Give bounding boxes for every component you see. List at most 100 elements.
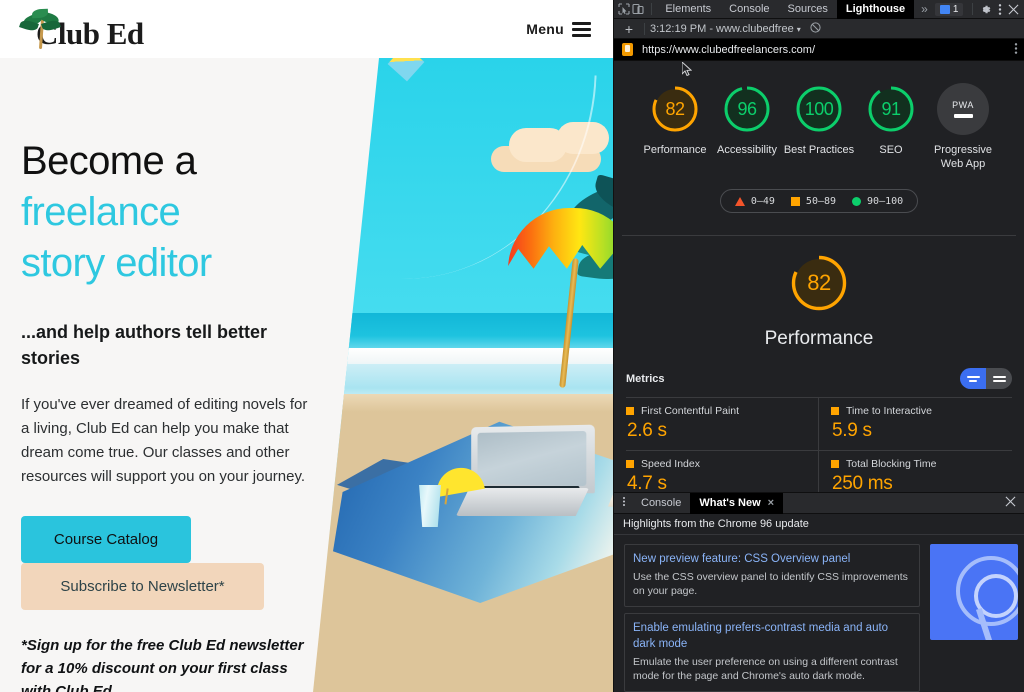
report-url: https://www.clubedfreelancers.com/ — [642, 43, 816, 56]
lighthouse-subbar: + 3:12:19 PM - www.clubedfree ▾ — [614, 19, 1024, 39]
gauge-pwa[interactable]: PWA Progressive Web App — [927, 83, 999, 171]
metric-name: Speed Index — [641, 458, 700, 470]
metrics-header: Metrics — [614, 350, 1024, 389]
performance-hero-score: 82 — [807, 270, 831, 295]
gear-icon[interactable] — [978, 0, 992, 19]
palm-tree-icon — [18, 7, 64, 51]
triangle-icon — [734, 196, 745, 206]
clear-icon[interactable] — [810, 22, 821, 35]
course-catalog-button[interactable]: Course Catalog — [21, 516, 191, 563]
square-icon — [831, 407, 839, 415]
more-options-icon[interactable] — [992, 0, 1006, 19]
metric-time-to-interactive[interactable]: Time to Interactive 5.9 s — [819, 397, 1012, 450]
report-run-label: 3:12:19 PM - www.clubedfree — [650, 22, 794, 35]
performance-hero-title: Performance — [764, 328, 874, 349]
drawer-tab-console[interactable]: Console — [632, 493, 690, 514]
tab-lighthouse[interactable]: Lighthouse — [836, 0, 915, 19]
lighthouse-report: 82 Performance 96 Accessibility 100 Best… — [614, 61, 1024, 492]
tab-elements[interactable]: Elements — [656, 0, 720, 19]
site-header: Club Ed Menu — [0, 0, 613, 58]
device-toolbar-icon[interactable] — [631, 1, 645, 18]
report-menu-icon[interactable] — [1014, 42, 1018, 58]
gauge-accessibility[interactable]: 96 Accessibility — [711, 83, 783, 171]
seo-label: SEO — [879, 144, 903, 156]
hero-subheading: ...and help authors tell better stories — [21, 322, 268, 368]
metric-name: First Contentful Paint — [641, 405, 740, 417]
metrics-view-toggle[interactable] — [960, 368, 1012, 389]
hero-illustration — [313, 58, 613, 692]
metric-total-blocking-time[interactable]: Total Blocking Time 250 ms — [819, 450, 1012, 492]
circle-icon — [852, 196, 862, 206]
close-icon[interactable] — [1007, 0, 1021, 19]
more-tabs-icon[interactable]: » — [914, 2, 935, 16]
performance-hero: 82 Performance — [614, 236, 1024, 350]
subscribe-newsletter-button[interactable]: Subscribe to Newsletter* — [21, 563, 264, 610]
expanded-view-icon[interactable] — [960, 368, 986, 389]
whats-new-card[interactable]: Enable emulating prefers-contrast media … — [624, 613, 920, 692]
gauge-best-practices[interactable]: 100 Best Practices — [783, 83, 855, 171]
legend-average: 50–89 — [790, 195, 837, 207]
card-title[interactable]: New preview feature: CSS Overview panel — [633, 551, 911, 567]
newsletter-fineprint: *Sign up for the free Club Ed newsletter… — [21, 637, 304, 692]
issues-badge[interactable]: 1 — [934, 2, 964, 16]
issues-icon — [939, 4, 950, 14]
performance-label: Performance — [643, 144, 707, 156]
hero-body-text: If you've ever dreamed of editing novels… — [21, 396, 308, 485]
menu-button[interactable]: Menu — [526, 21, 591, 37]
metric-value: 5.9 s — [832, 420, 872, 441]
metric-first-contentful-paint[interactable]: First Contentful Paint 2.6 s — [626, 397, 819, 450]
whats-new-cards: New preview feature: CSS Overview panel … — [624, 544, 920, 692]
metric-name: Time to Interactive — [846, 405, 932, 417]
report-run-select[interactable]: 3:12:19 PM - www.clubedfree ▾ — [650, 23, 801, 35]
drawer-tab-whats-new[interactable]: What's New × — [690, 492, 784, 514]
hamburger-icon — [572, 21, 591, 37]
legend-poor: 0–49 — [734, 196, 775, 207]
legend-average-range: 50–89 — [805, 195, 837, 207]
devtools-toolbar: Elements Console Sources Lighthouse » 1 — [614, 0, 1024, 19]
subbar-divider — [644, 22, 645, 35]
metric-value: 2.6 s — [627, 420, 667, 441]
inspect-element-icon[interactable] — [617, 1, 631, 18]
square-icon — [626, 460, 634, 468]
pwa-dash-icon — [953, 114, 973, 118]
drawer-menu-icon[interactable] — [616, 496, 632, 510]
seo-score: 91 — [881, 98, 901, 119]
metrics-grid: First Contentful Paint 2.6 s Time to Int… — [614, 389, 1024, 492]
whats-new-body: New preview feature: CSS Overview panel … — [614, 535, 1024, 692]
accessibility-label: Accessibility — [717, 144, 777, 156]
list-view-icon[interactable] — [986, 368, 1012, 389]
gauge-performance[interactable]: 82 Performance — [639, 83, 711, 171]
page-title: Become a freelance story editor — [21, 136, 330, 289]
menu-label: Menu — [526, 21, 564, 37]
metric-speed-index[interactable]: Speed Index 4.7 s — [626, 450, 819, 492]
devtools-drawer: Console What's New × Highlights from the… — [614, 492, 1024, 692]
metrics-label: Metrics — [626, 372, 665, 385]
metric-name: Total Blocking Time — [846, 458, 937, 470]
report-url-bar: https://www.clubedfreelancers.com/ — [614, 39, 1024, 61]
card-title[interactable]: Enable emulating prefers-contrast media … — [633, 620, 911, 652]
hero-heading-line3: story editor — [21, 241, 212, 285]
hero-heading-line1: Become a — [21, 139, 197, 183]
accessibility-score: 96 — [737, 98, 757, 119]
site-logo[interactable]: Club Ed — [18, 7, 144, 51]
tab-console[interactable]: Console — [720, 0, 778, 19]
close-icon[interactable]: × — [768, 493, 774, 514]
gauge-seo[interactable]: 91 SEO — [855, 83, 927, 171]
drawer-tabbar: Console What's New × — [614, 492, 1024, 514]
metric-value: 4.7 s — [627, 473, 667, 492]
tab-sources[interactable]: Sources — [779, 0, 837, 19]
drawer-close-icon[interactable] — [997, 496, 1024, 510]
pwa-badge: PWA — [937, 83, 989, 135]
square-icon — [626, 407, 634, 415]
mouse-cursor-icon — [682, 62, 692, 76]
devtools-panel: Elements Console Sources Lighthouse » 1 … — [614, 0, 1024, 692]
score-legend: 0–49 50–89 90–100 — [720, 189, 918, 213]
card-description: Use the CSS overview panel to identify C… — [633, 571, 908, 597]
hero-heading-line2: freelance — [21, 190, 181, 234]
chrome-96-graphic-icon — [930, 544, 1018, 640]
new-report-button[interactable]: + — [619, 21, 639, 37]
metric-value: 250 ms — [832, 473, 893, 492]
whats-new-card[interactable]: New preview feature: CSS Overview panel … — [624, 544, 920, 607]
hero-content: Become a freelance story editor ...and h… — [0, 58, 330, 692]
whats-new-title: Highlights from the Chrome 96 update — [614, 514, 1024, 535]
